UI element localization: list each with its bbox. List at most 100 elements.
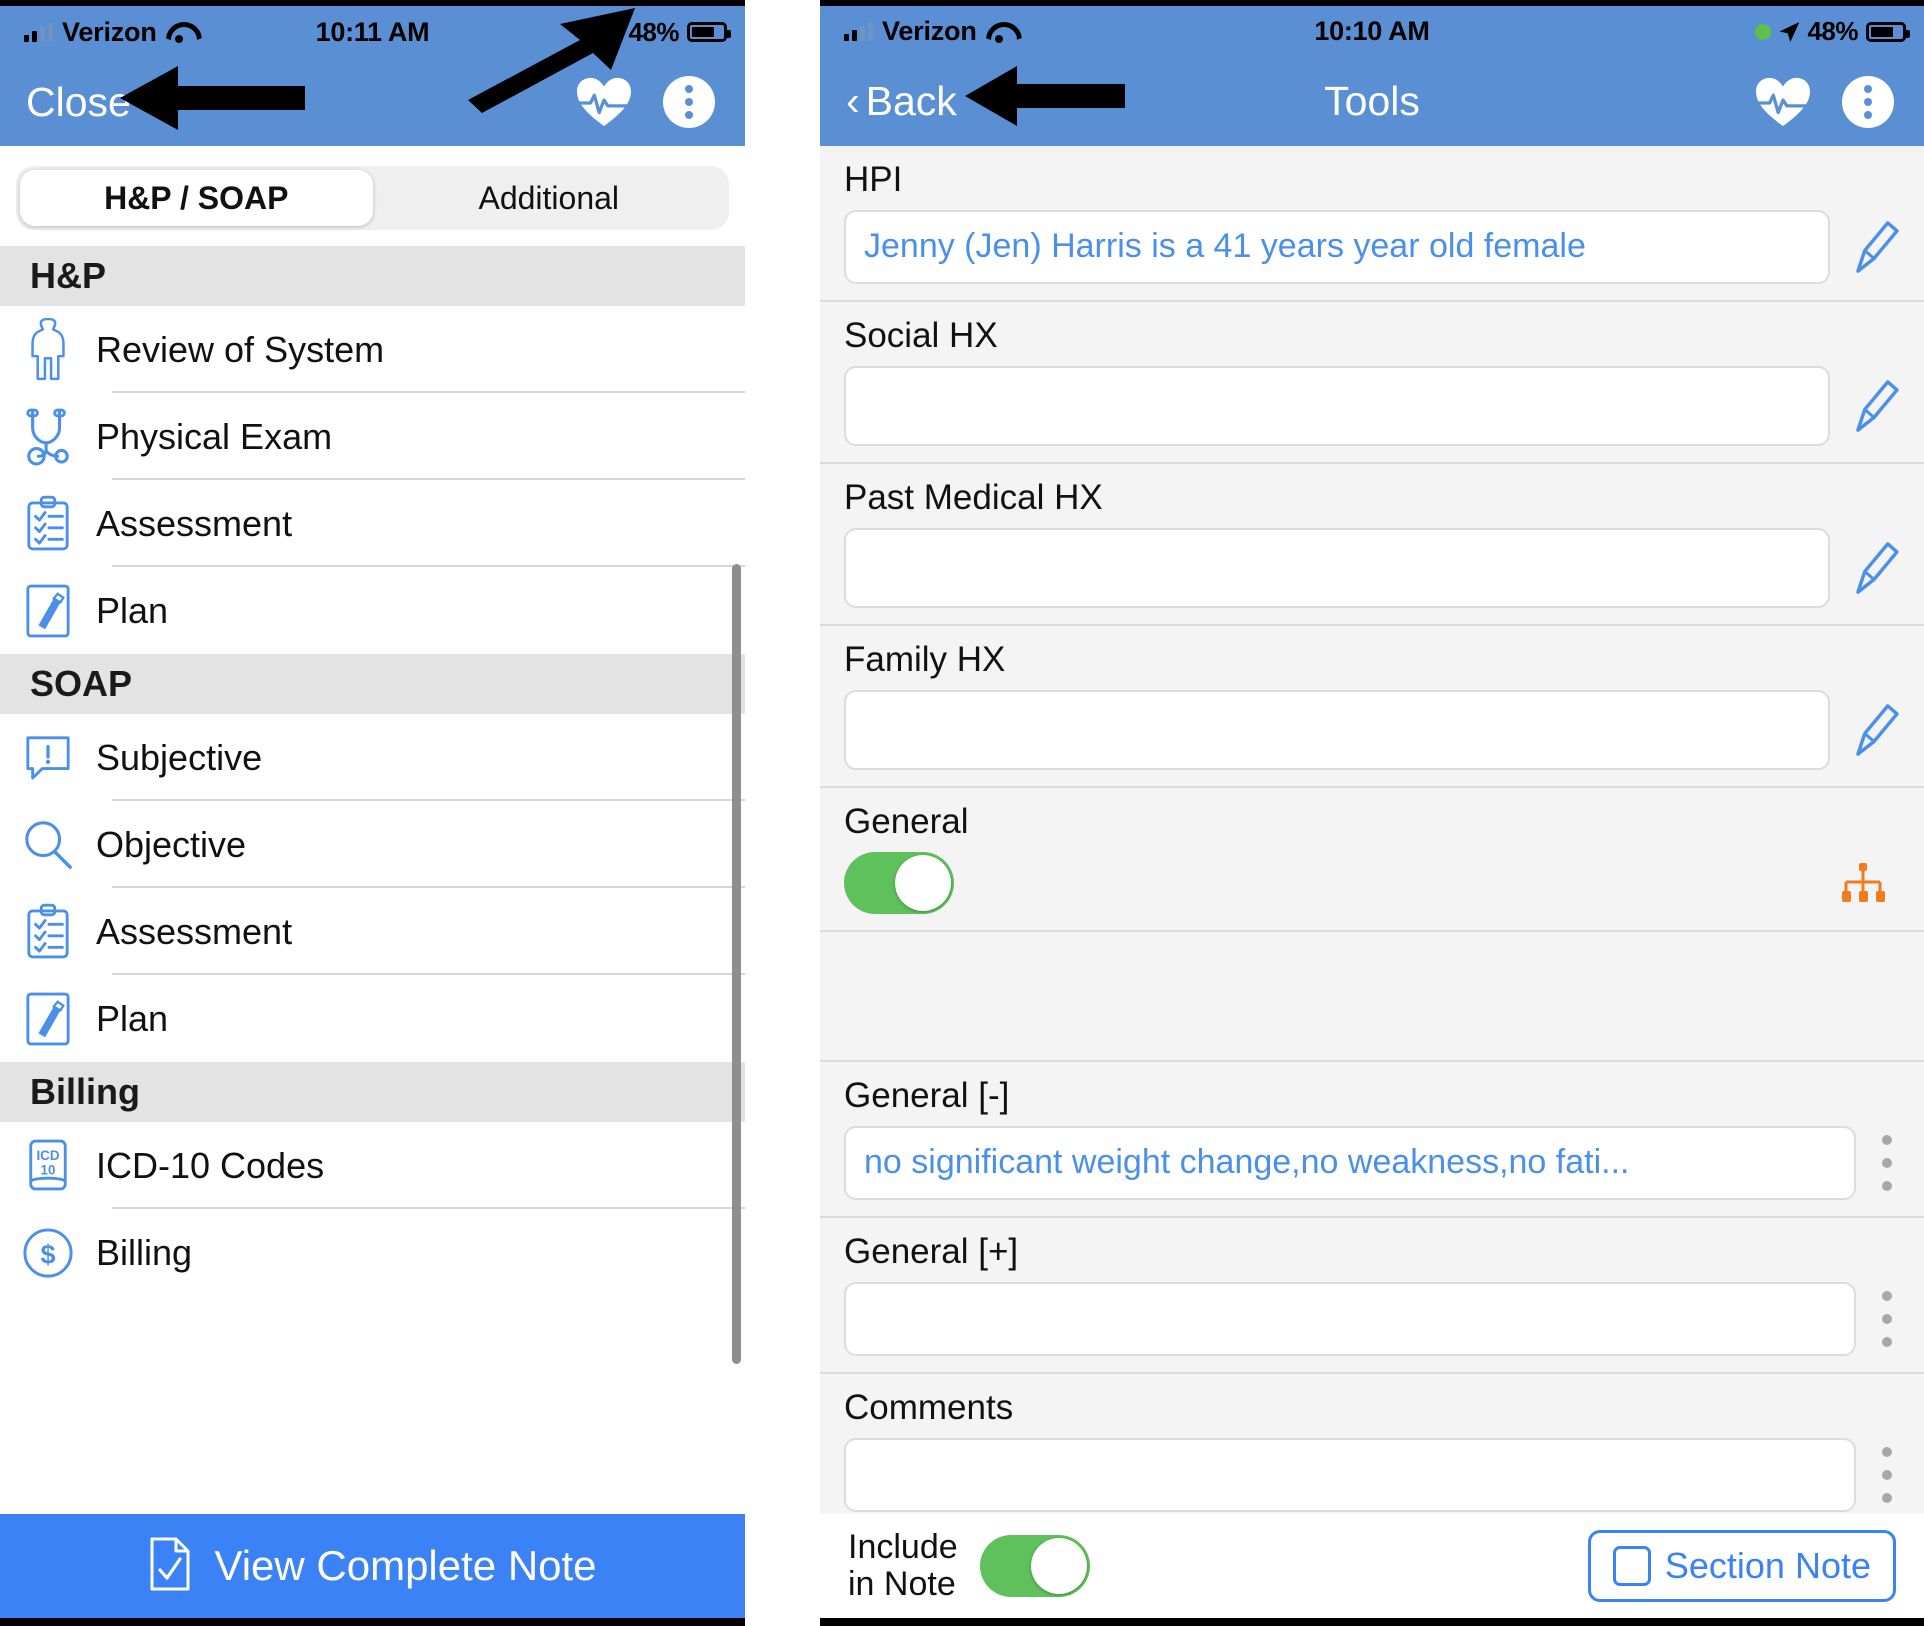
heart-pulse-icon[interactable] [575,76,633,128]
list-item-label: Assessment [96,502,293,544]
field-label: Social HX [844,315,998,355]
pencil-icon[interactable] [1848,375,1900,437]
right-nav-bar: ‹ Back Tools [820,57,1924,146]
social-hx-input[interactable] [844,365,1830,446]
clipboard-checklist-icon [0,495,96,553]
device-bottom-bezel [0,1618,745,1626]
note-sections-list[interactable]: H&P Review of System Physical Exam Asses… [0,246,745,1514]
include-in-note-control: Include in Note [848,1529,1090,1602]
comments-input[interactable] [844,1437,1856,1512]
list-item-label: Physical Exam [96,415,333,457]
field-general-minus: General [-] no significant weight change… [820,1061,1924,1218]
more-vertical-icon[interactable] [1874,1446,1900,1503]
gap-between-screens [745,0,820,1626]
tab-hp-soap-label: H&P / SOAP [104,179,289,216]
back-button-label: Back [865,78,957,125]
field-row: no significant weight change,no weakness… [844,1125,1900,1200]
right-phone-screen: Verizon 10:10 AM 48% ‹ Back Tools HPI Je… [820,0,1924,1626]
view-complete-note-button[interactable]: View Complete Note [0,1514,745,1618]
status-clock: 10:10 AM [1314,16,1430,47]
list-item-plan-hp[interactable]: Plan [0,567,745,654]
tab-additional[interactable]: Additional [373,170,726,226]
field-row: Jenny (Jen) Harris is a 41 years year ol… [844,209,1900,284]
screenshot-stage: Verizon 10:11 AM 48% Close H&P / SOAP Ad… [0,0,1924,1626]
pencil-icon[interactable] [1848,537,1900,599]
close-button[interactable]: Close [0,79,131,126]
field-label: General [+] [844,1231,1019,1271]
field-label: Family HX [844,639,1006,679]
svg-text:10: 10 [41,1162,56,1177]
section-general-controls [844,851,1900,914]
right-bottom-bar: Include in Note Section Note [820,1514,1924,1619]
pen-document-icon [0,583,96,639]
field-label: Comments [844,1387,1014,1427]
list-item-label: Plan [96,589,169,631]
hpi-input[interactable]: Jenny (Jen) Harris is a 41 years year ol… [844,209,1830,284]
more-vertical-icon[interactable] [1842,75,1894,128]
magnifier-icon [0,819,96,871]
left-phone-screen: Verizon 10:11 AM 48% Close H&P / SOAP Ad… [0,0,745,1626]
sitemap-hierarchy-icon[interactable] [1840,862,1886,903]
field-hpi: HPI Jenny (Jen) Harris is a 41 years yea… [820,145,1924,302]
field-row [844,527,1900,608]
left-nav-bar: Close [0,58,745,146]
list-item-assessment-soap[interactable]: Assessment [0,888,745,975]
field-general-plus: General [+] [820,1217,1924,1374]
list-item-plan-soap[interactable]: Plan [0,975,745,1062]
list-item-objective[interactable]: Objective [0,801,745,888]
list-item-label: Plan [96,997,169,1039]
list-item-assessment-hp[interactable]: Assessment [0,480,745,567]
tab-hp-soap[interactable]: H&P / SOAP [20,170,373,226]
list-item-physical-exam[interactable]: Physical Exam [0,393,745,480]
list-scrollbar[interactable] [732,564,741,1364]
view-complete-note-label: View Complete Note [214,1542,597,1589]
dollar-circle-icon: $ [0,1227,96,1279]
right-status-bar: Verizon 10:10 AM 48% [820,5,1924,58]
more-vertical-icon[interactable] [1874,1290,1900,1347]
tab-bar-container: H&P / SOAP Additional [0,146,745,246]
group-header-soap: SOAP [0,654,745,714]
list-item-subjective[interactable]: Subjective [0,714,745,801]
general-minus-input[interactable]: no significant weight change,no weakness… [844,1125,1856,1200]
pencil-icon[interactable] [1848,699,1900,761]
field-social-hx: Social HX [820,301,1924,464]
heart-pulse-icon[interactable] [1754,76,1812,128]
list-item-label: ICD-10 Codes [96,1144,325,1186]
more-vertical-icon[interactable] [1874,1134,1900,1191]
general-toggle[interactable] [844,851,954,914]
list-item-billing[interactable]: $ Billing [0,1209,745,1296]
group-header-billing: Billing [0,1062,745,1122]
past-medical-hx-input[interactable] [844,527,1830,608]
list-item-icd10-codes[interactable]: ICD 10 ICD-10 Codes [0,1122,745,1209]
checkbox-empty-icon[interactable] [1612,1546,1651,1587]
field-label: General [-] [844,1075,1010,1115]
family-hx-input[interactable] [844,689,1830,770]
general-plus-input[interactable] [844,1281,1856,1356]
battery-icon [687,22,731,42]
include-in-note-line2: in Note [848,1565,956,1604]
field-label: Past Medical HX [844,477,1103,517]
field-comments: Comments [820,1373,1924,1515]
close-button-label: Close [26,78,131,125]
list-item-label: Subjective [96,736,263,778]
section-note-button[interactable]: Section Note [1587,1530,1896,1603]
device-bottom-bezel [820,1618,1924,1626]
icd10-book-icon: ICD 10 [0,1138,96,1194]
segmented-control: H&P / SOAP Additional [16,166,729,230]
pen-document-icon [0,991,96,1047]
more-vertical-icon[interactable] [663,76,715,128]
field-row [844,365,1900,446]
field-row [844,689,1900,770]
tab-additional-label: Additional [478,179,620,216]
list-item-review-of-system[interactable]: Review of System [0,306,745,393]
field-label: HPI [844,159,903,199]
empty-spacer-block [820,931,1924,1062]
list-item-label: Assessment [96,910,293,952]
pencil-icon[interactable] [1848,216,1900,278]
include-in-note-toggle[interactable] [979,1535,1090,1598]
back-button[interactable]: ‹ Back [820,78,957,125]
tools-form[interactable]: HPI Jenny (Jen) Harris is a 41 years yea… [820,145,1924,1515]
include-in-note-line1: Include [848,1528,958,1567]
list-item-label: Review of System [96,328,385,370]
svg-text:ICD: ICD [36,1148,59,1163]
